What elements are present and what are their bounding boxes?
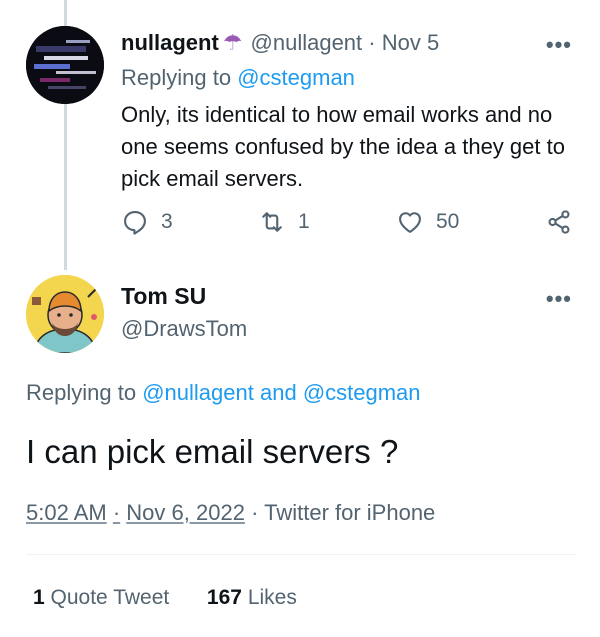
quote-count: 1 — [33, 586, 45, 609]
main-tweet-time[interactable]: 5:02 AM — [26, 500, 107, 525]
share-button[interactable] — [545, 208, 585, 236]
likes-count: 167 — [206, 586, 242, 609]
reply-tweet-date[interactable]: Nov 5 — [382, 30, 439, 55]
reply-icon — [124, 211, 146, 235]
reply-replying-handle[interactable]: @cstegman — [237, 65, 355, 90]
likes-label: Likes — [247, 586, 297, 609]
reply-more-icon[interactable]: ••• — [546, 32, 572, 58]
reply-count: 3 — [161, 210, 173, 233]
quote-tweets-link[interactable]: 1 Quote Tweet — [33, 586, 169, 609]
like-count: 50 — [436, 210, 460, 233]
reply-author-handle[interactable]: @nullagent — [251, 30, 363, 55]
avatar-image — [26, 26, 104, 104]
reply-header-separator: · — [368, 30, 376, 55]
stats-divider — [26, 554, 576, 555]
main-meta-separator-2: · — [251, 500, 259, 525]
umbrella-emoji: ☂ — [222, 30, 243, 55]
main-tweet-meta: 5:02 AM · Nov 6, 2022 · Twitter for iPho… — [26, 500, 435, 526]
main-replying-handle-1[interactable]: @nullagent — [142, 380, 254, 405]
share-icon — [548, 210, 570, 234]
main-tweet-source[interactable]: Twitter for iPhone — [264, 500, 435, 525]
quote-label: Quote Tweet — [50, 586, 170, 609]
like-button[interactable]: 50 — [396, 208, 459, 236]
main-replying-to: Replying to @nullagent and @cstegman — [26, 380, 421, 406]
reply-tweet-actions: 3 1 50 — [121, 208, 581, 244]
reply-replying-to: Replying to @cstegman — [121, 65, 355, 91]
avatar-drawstom[interactable] — [26, 275, 104, 353]
main-tweet-date[interactable]: Nov 6, 2022 — [126, 500, 245, 525]
reply-tweet-text: Only, its identical to how email works a… — [121, 102, 565, 191]
reply-author-name[interactable]: nullagent — [121, 30, 219, 55]
reply-button[interactable]: 3 — [121, 208, 173, 236]
retweet-button[interactable]: 1 — [258, 208, 310, 236]
main-replying-prefix: Replying to — [26, 380, 137, 405]
like-icon — [399, 212, 421, 233]
main-replying-and: and — [259, 380, 297, 405]
main-replying-handle-2[interactable]: @cstegman — [303, 380, 421, 405]
main-tweet-stats: 1 Quote Tweet 167 Likes — [33, 586, 297, 610]
main-author-handle[interactable]: @DrawsTom — [121, 316, 247, 342]
main-meta-separator-1: · — [112, 500, 121, 525]
reply-tweet-header: nullagent ☂ @nullagent · Nov 5 — [121, 30, 439, 56]
main-author-name[interactable]: Tom SU — [121, 283, 206, 310]
likes-link[interactable]: 167 Likes — [207, 586, 297, 609]
retweet-icon — [262, 212, 282, 232]
retweet-count: 1 — [298, 210, 310, 233]
reply-replying-prefix: Replying to — [121, 65, 232, 90]
avatar-image — [26, 275, 104, 353]
avatar-nullagent[interactable] — [26, 26, 104, 104]
main-tweet-text: I can pick email servers ? — [26, 433, 399, 470]
main-more-icon[interactable]: ••• — [546, 286, 572, 312]
